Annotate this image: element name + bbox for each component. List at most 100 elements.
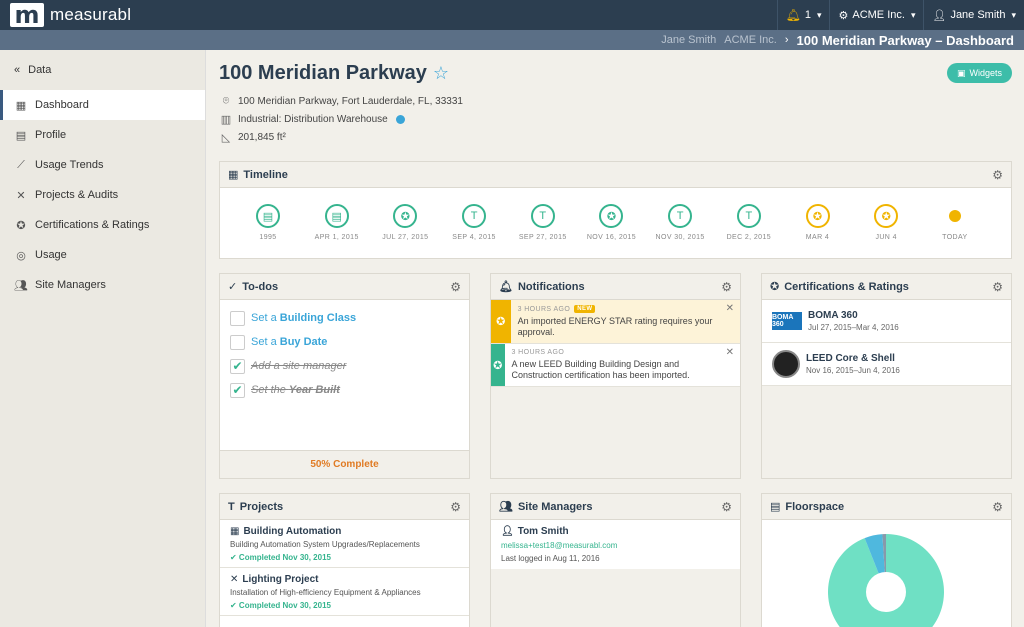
timeline-event[interactable]: ▤ 1995	[238, 204, 298, 241]
chevron-down-icon: ▾	[1011, 9, 1016, 20]
certifications-header: ✪ Certifications & Ratings ⚙	[762, 274, 1011, 300]
timeline-date: TODAY	[942, 234, 968, 241]
notification-text: A new LEED Building Building Design and …	[511, 359, 690, 380]
timeline-event[interactable]: T SEP 4, 2015	[444, 204, 504, 241]
brand-name: measurabl	[50, 5, 132, 24]
sidebar-item-usage[interactable]: ◎ Usage	[0, 240, 205, 270]
chevron-right-icon: ›	[784, 34, 789, 46]
gear-icon[interactable]: ⚙	[721, 500, 732, 514]
project-status: ✔ Completed Nov 30, 2015	[230, 553, 331, 562]
boma-logo: BOMA 360	[772, 312, 802, 330]
todo-prefix: Set a	[251, 336, 280, 348]
org-dropdown[interactable]: ⚙ ACME Inc. ▾	[829, 0, 923, 30]
todo-checkbox[interactable]	[230, 334, 245, 350]
sidebar-item-certifications[interactable]: ✪ Certifications & Ratings	[0, 210, 205, 240]
project-item[interactable]: ▦ Building Automation Building Automation…	[220, 520, 469, 568]
chevron-down-icon: ▾	[816, 9, 822, 20]
timeline-event[interactable]: ✪ NOV 16, 2015	[581, 204, 641, 241]
gear-icon[interactable]: ⚙	[450, 500, 461, 514]
timeline-track: ▤ 1995 ▤ APR 1, 2015 ✪ JUL 27, 2015 T SEP 4,…	[220, 188, 1011, 241]
property-title: 100 Meridian Parkway	[219, 62, 427, 84]
notification-item[interactable]: ✪ 3 HOURS AGO A new LEED Building Buildi…	[491, 344, 740, 387]
todos-panel: ✓ To-dos ⚙ Set a Building Class Set a Bu…	[219, 273, 470, 479]
todo-link[interactable]: Buy Date	[280, 336, 328, 348]
timeline-event[interactable]: T NOV 30, 2015	[650, 204, 710, 241]
sidebar-back-link[interactable]: « Data	[0, 50, 205, 90]
sidebar-item-projects[interactable]: ✕ Projects & Audits	[0, 180, 205, 210]
project-name: Lighting Project	[242, 574, 319, 585]
timeline-date: APR 1, 2015	[314, 234, 359, 241]
sidebar-item-profile[interactable]: ▤ Profile	[0, 120, 205, 150]
gear-icon[interactable]: ⚙	[992, 280, 1003, 294]
floorplan-icon: ▤	[770, 501, 781, 513]
floorspace-chart	[828, 534, 944, 627]
tool-icon: T	[530, 204, 555, 228]
timeline-event[interactable]: ✪ MAR 4	[788, 204, 848, 241]
gear-icon[interactable]: ⚙	[721, 280, 732, 294]
sidebar-item-site-managers[interactable]: 👥︎ Site Managers	[0, 270, 205, 300]
timeline-event[interactable]: ✪ JUL 27, 2015	[375, 204, 435, 241]
close-icon[interactable]: ✕	[726, 303, 734, 314]
timeline-event[interactable]: ▤ APR 1, 2015	[307, 204, 367, 241]
notifications-panel: 🔔︎ Notifications ⚙ ✪ 3 HOURS AGO NEW An i…	[490, 273, 741, 479]
sidebar-item-dashboard[interactable]: ▦ Dashboard	[0, 90, 205, 120]
users-icon: 👥︎	[499, 501, 513, 513]
sidebar-item-label: Dashboard	[35, 99, 89, 111]
checkmark-icon[interactable]: ✔	[230, 382, 245, 398]
sidebar-item-label: Certifications & Ratings	[35, 219, 150, 231]
pie-chart-icon[interactable]	[395, 114, 405, 124]
timeline-date: DEC 2, 2015	[726, 234, 772, 241]
todos-title: To-dos	[242, 280, 279, 293]
floorspace-panel: ▤ Floorspace ⚙	[761, 493, 1012, 627]
close-icon[interactable]: ✕	[726, 347, 734, 358]
todo-prefix: Set the	[251, 384, 289, 396]
tools-icon: ✕	[16, 189, 26, 202]
timeline-event[interactable]: T SEP 27, 2015	[513, 204, 573, 241]
donut-hole	[866, 572, 906, 612]
timeline-event[interactable]: ✪ JUN 4	[856, 204, 916, 241]
sidebar-item-label: Profile	[35, 129, 67, 141]
widgets-button[interactable]: ▣ Widgets	[946, 63, 1012, 83]
timeline-event[interactable]: T DEC 2, 2015	[719, 204, 779, 241]
property-meta: ⌾ 100 Meridian Parkway, Fort Lauderdale,…	[220, 92, 463, 146]
todo-link[interactable]: Building Class	[280, 312, 356, 324]
cert-item[interactable]: BOMA 360 BOMA 360 Jul 27, 2015–Mar 4, 20…	[762, 300, 1011, 343]
manager-email[interactable]: melissa+test18@measurabl.com	[501, 541, 730, 550]
logo[interactable]: m measurabl	[0, 0, 131, 30]
user-name: Jane Smith	[950, 9, 1006, 21]
notification-item[interactable]: ✪ 3 HOURS AGO NEW An imported ENERGY STAR…	[491, 300, 740, 344]
user-dropdown[interactable]: 👤︎ Jane Smith ▾	[923, 0, 1024, 30]
logo-mark-icon: m	[10, 3, 44, 27]
award-icon: ✪	[805, 204, 830, 228]
todo-checkbox[interactable]	[230, 310, 245, 326]
sidebar-item-usage-trends[interactable]: ⟋ Usage Trends	[0, 150, 205, 180]
project-item[interactable]: ✕ Lighting Project Installation of High-e…	[220, 568, 469, 616]
notifications-header: 🔔︎ Notifications ⚙	[491, 274, 740, 300]
award-icon: ✪	[874, 204, 899, 228]
cert-name: BOMA 360	[808, 310, 858, 321]
page-title: 100 Meridian Parkway ☆	[219, 62, 449, 85]
projects-panel: T Projects ⚙ ▦ Building Automation Buildi…	[219, 493, 470, 627]
breadcrumb: Jane Smith ACME Inc. › 100 Meridian Park…	[0, 30, 1024, 50]
sidebar-item-label: Projects & Audits	[35, 189, 119, 201]
award-icon: ✪	[770, 281, 780, 293]
widgets-icon: ▣	[956, 67, 966, 78]
manager-item[interactable]: 👤︎ Tom Smith melissa+test18@measurabl.com…	[491, 520, 740, 569]
notification-time: 3 HOURS AGO	[511, 349, 565, 356]
gear-icon[interactable]: ⚙	[992, 168, 1003, 182]
globe-icon: ◎	[16, 249, 26, 262]
breadcrumb-user[interactable]: Jane Smith	[661, 34, 716, 46]
property-type: Industrial: Distribution Warehouse	[238, 113, 388, 125]
checkmark-icon[interactable]: ✔	[230, 358, 245, 374]
timeline-date: SEP 4, 2015	[452, 234, 496, 241]
breadcrumb-org[interactable]: ACME Inc.	[724, 34, 777, 46]
timeline-today: TODAY	[925, 204, 985, 241]
chevron-down-icon: ▾	[910, 9, 916, 20]
award-icon: ✪	[491, 344, 505, 386]
notifications-dropdown[interactable]: 🔔︎ 1 ▾	[776, 0, 830, 30]
widgets-label: Widgets	[969, 68, 1002, 78]
cert-item[interactable]: LEED Core & Shell Nov 16, 2015–Jun 4, 20…	[762, 343, 1011, 386]
gear-icon[interactable]: ⚙	[450, 280, 461, 294]
star-icon[interactable]: ☆	[433, 63, 449, 84]
gear-icon[interactable]: ⚙	[992, 500, 1003, 514]
